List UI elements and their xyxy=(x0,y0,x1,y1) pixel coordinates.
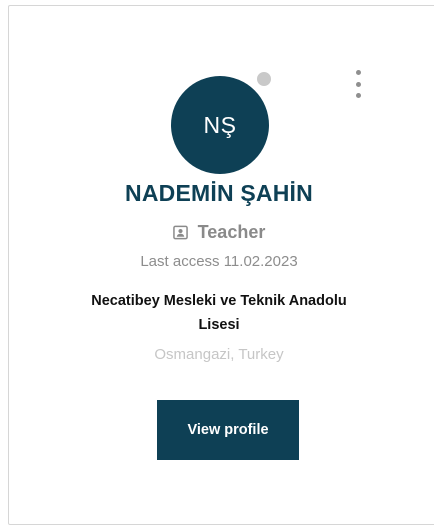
avatar-container: NŞ xyxy=(171,70,273,174)
menu-dot xyxy=(355,81,361,87)
menu-dot xyxy=(355,93,361,98)
menu-dot xyxy=(355,70,361,75)
school-name-line2: Lisesi xyxy=(198,317,240,333)
school-name-line1: Necatibey Mesleki ve Teknik Anadolu xyxy=(91,293,347,309)
user-role-label: Teacher xyxy=(197,222,266,242)
user-role: Teacher xyxy=(0,222,434,243)
last-access: Last access 11.02.2023 xyxy=(140,253,298,270)
status-indicator xyxy=(255,70,273,88)
school-name: Necatibey Mesleki ve Teknik Anadolu Lise… xyxy=(54,289,384,337)
kebab-menu-icon[interactable] xyxy=(352,70,364,98)
avatar[interactable]: NŞ xyxy=(171,76,269,174)
user-location: Osmangazi, Turkey xyxy=(154,346,284,363)
view-profile-button[interactable]: View profile xyxy=(157,400,299,460)
user-name: NADEMİN ŞAHİN xyxy=(125,180,313,206)
avatar-initials: NŞ xyxy=(203,111,237,138)
id-badge-icon xyxy=(172,225,188,240)
